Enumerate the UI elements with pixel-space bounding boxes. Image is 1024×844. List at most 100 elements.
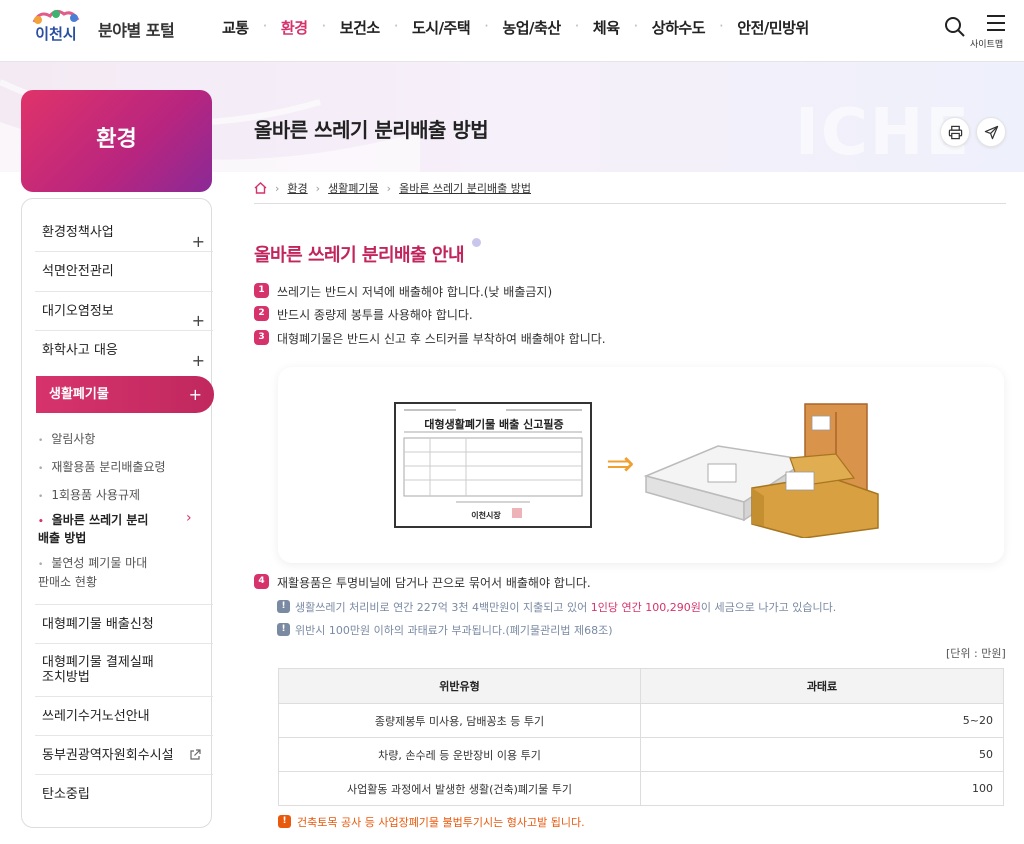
breadcrumb-separator: › bbox=[386, 181, 392, 195]
submenu-item-recycling-guide[interactable]: 재활용품 분리배출요령 bbox=[38, 458, 165, 475]
sidebar-item-chemical-accident[interactable]: 화학사고 대응 + bbox=[35, 331, 213, 370]
warning-icon: ! bbox=[278, 815, 291, 828]
sitemap-label[interactable]: 사이트맵 bbox=[970, 37, 1003, 50]
portal-title[interactable]: 분야별 포털 bbox=[98, 17, 175, 41]
rule-number-badge: 3 bbox=[254, 330, 269, 345]
nav-item-traffic[interactable]: 교통 bbox=[222, 17, 249, 38]
table-row: 사업활동 과정에서 발생한 생활(건축)폐기물 투기 100 bbox=[278, 771, 1004, 806]
share-button[interactable] bbox=[976, 117, 1006, 147]
nav-separator: · bbox=[393, 17, 399, 35]
table-cell-fine: 100 bbox=[640, 771, 1004, 806]
fine-note: 위반시 100만원 이하의 과태료가 부과됩니다.(폐기물관리법 제68조) bbox=[295, 624, 613, 637]
unit-label: [단위 : 만원] bbox=[946, 647, 1006, 660]
table-cell-violation: 차량, 손수레 등 운반장비 이용 투기 bbox=[278, 737, 641, 772]
sidebar-item-label: 대기오염정보 bbox=[42, 304, 114, 319]
chevron-right-icon: › bbox=[186, 510, 192, 526]
search-icon[interactable] bbox=[944, 16, 966, 38]
table-header-fine: 과태료 bbox=[640, 668, 1004, 704]
print-button[interactable] bbox=[940, 117, 970, 147]
submenu-item-nonflammable-bags[interactable]: 불연성 폐기물 마대 판매소 현황 bbox=[38, 555, 160, 591]
sidebar-item-asbestos[interactable]: 석면안전관리 bbox=[35, 252, 213, 292]
nav-item-water[interactable]: 상하수도 bbox=[652, 17, 706, 38]
svg-text:이천시: 이천시 bbox=[35, 25, 76, 43]
nav-item-safety[interactable]: 안전/민방위 bbox=[737, 17, 809, 38]
submenu-item-notices[interactable]: 알림사항 bbox=[38, 430, 95, 447]
sidebar-title: 환경 bbox=[21, 90, 212, 192]
rule-number-badge: 2 bbox=[254, 306, 269, 321]
home-icon[interactable] bbox=[254, 182, 267, 194]
expand-plus-icon[interactable]: + bbox=[192, 341, 205, 380]
submenu-item-proper-disposal[interactable]: 올바른 쓰레기 분리배출 방법 bbox=[38, 512, 156, 546]
main-nav: 교통 · 환경 · 보건소 · 도시/주택 · 농업/축산 · 체육 · 상하수도 · 안전/… bbox=[222, 17, 809, 38]
breadcrumb-divider bbox=[254, 203, 1006, 204]
cost-note-text: 생활쓰레기 처리비로 연간 227억 3천 4백만원이 지출되고 있어 bbox=[295, 601, 591, 614]
rule-number-badge: 4 bbox=[254, 574, 269, 589]
nav-item-city-housing[interactable]: 도시/주택 bbox=[412, 17, 471, 38]
site-header: 이천시 분야별 포털 교통 · 환경 · 보건소 · 도시/주택 · 농업/축산 · 체육… bbox=[0, 0, 1024, 62]
nav-separator: · bbox=[262, 17, 268, 35]
table-cell-violation: 종량제봉투 미사용, 담배꽁초 등 투기 bbox=[278, 703, 641, 738]
cost-note-text: 이 세금으로 나가고 있습니다. bbox=[700, 601, 837, 614]
table-cell-violation: 사업활동 과정에서 발생한 생활(건축)폐기물 투기 bbox=[278, 771, 641, 806]
breadcrumb-current[interactable]: 올바른 쓰레기 분리배출 방법 bbox=[399, 180, 531, 196]
rule-text: 쓰레기는 반드시 저녁에 배출해야 합니다.(낮 배출금지) bbox=[277, 285, 553, 299]
submenu-item-disposables[interactable]: 1회용품 사용규제 bbox=[38, 486, 140, 503]
nav-separator: · bbox=[321, 17, 327, 35]
icheon-logo[interactable]: 이천시 bbox=[20, 8, 92, 50]
info-icon: ! bbox=[277, 600, 290, 613]
breadcrumb-separator: › bbox=[315, 181, 321, 195]
rule-number-badge: 1 bbox=[254, 283, 269, 298]
sidebar-item-label: 석면안전관리 bbox=[42, 264, 114, 279]
nav-separator: · bbox=[719, 17, 724, 35]
table-row: 차량, 손수레 등 운반장비 이용 투기 50 bbox=[278, 737, 1004, 772]
sidebar-item-label: 대형폐기물 배출신청 bbox=[42, 617, 154, 632]
sidebar-item-label: 환경정책사업 bbox=[42, 225, 114, 240]
nav-separator: · bbox=[574, 17, 580, 35]
send-icon bbox=[984, 125, 999, 140]
printer-icon bbox=[948, 125, 963, 140]
sidebar-item-household-waste[interactable]: 생활폐기물 + bbox=[36, 376, 214, 413]
sidebar-item-label: 쓰레기수거노선안내 bbox=[42, 709, 150, 724]
table-header-row: 위반유형 과태료 bbox=[278, 668, 1004, 704]
table-header-violation: 위반유형 bbox=[278, 668, 641, 704]
hamburger-menu-icon[interactable] bbox=[983, 13, 1009, 33]
sidebar-item-label: 동부권광역자원회수시설 bbox=[42, 748, 174, 763]
sidebar-item-air-quality[interactable]: 대기오염정보 + bbox=[35, 292, 213, 331]
fine-table: 위반유형 과태료 종량제봉투 미사용, 담배꽁초 등 투기 5~20 차량, 손… bbox=[278, 668, 1004, 806]
page-title: 올바른 쓰레기 분리배출 방법 bbox=[254, 118, 489, 142]
sidebar-item-carbon-neutral[interactable]: 탄소중립 bbox=[35, 775, 213, 814]
rule-text: 재활용품은 투명비닐에 담거나 끈으로 묶어서 배출해야 합니다. bbox=[277, 576, 591, 590]
breadcrumb: › 환경 › 생활폐기물 › 올바른 쓰레기 분리배출 방법 bbox=[254, 180, 531, 196]
sidebar-item-env-policy[interactable]: 환경정책사업 + bbox=[35, 213, 213, 252]
sidebar-item-collection-routes[interactable]: 쓰레기수거노선안내 bbox=[35, 697, 213, 736]
table-row: 종량제봉투 미사용, 담배꽁초 등 투기 5~20 bbox=[278, 703, 1004, 738]
sidebar-item-label: 탄소중립 bbox=[42, 787, 90, 802]
title-decoration-dot bbox=[472, 238, 481, 247]
nav-item-health-center[interactable]: 보건소 bbox=[340, 17, 380, 38]
sidebar-item-label: 화학사고 대응 bbox=[42, 343, 118, 358]
certificate-signature: 이천시장 bbox=[471, 511, 501, 520]
sidebar-item-label: 대형폐기물 결제실패 조치방법 bbox=[42, 655, 154, 685]
table-cell-fine: 50 bbox=[640, 737, 1004, 772]
sidebar-item-resource-recovery[interactable]: 동부권광역자원회수시설 bbox=[35, 736, 213, 775]
cost-note-highlight: 1인당 연간 100,290원 bbox=[590, 601, 701, 614]
sidebar-item-payment-failure[interactable]: 대형폐기물 결제실패 조치방법 bbox=[35, 644, 213, 697]
section-title: 올바른 쓰레기 분리배출 안내 bbox=[254, 245, 465, 266]
breadcrumb-environment[interactable]: 환경 bbox=[287, 180, 307, 196]
table-cell-fine: 5~20 bbox=[640, 703, 1004, 738]
sidebar-item-bulk-waste-apply[interactable]: 대형폐기물 배출신청 bbox=[35, 604, 213, 644]
nav-item-sports[interactable]: 체육 bbox=[593, 17, 620, 38]
rule-text: 대형폐기물은 반드시 신고 후 스티커를 부착하여 배출해야 합니다. bbox=[277, 332, 606, 346]
nav-separator: · bbox=[484, 17, 489, 35]
nav-item-environment[interactable]: 환경 bbox=[281, 17, 308, 38]
arrow-right-icon: ⇒ bbox=[606, 444, 635, 484]
furniture-waste-image bbox=[643, 403, 879, 538]
expand-plus-icon[interactable]: + bbox=[189, 376, 202, 413]
nav-separator: · bbox=[633, 17, 639, 35]
sidebar-item-label: 생활폐기물 bbox=[49, 387, 109, 402]
external-link-icon bbox=[190, 749, 201, 760]
certificate-title: 대형생활폐기물 배출 신고필증 bbox=[424, 418, 564, 431]
cost-note: 생활쓰레기 처리비로 연간 227억 3천 4백만원이 지출되고 있어 1인당 … bbox=[295, 599, 836, 615]
nav-item-agriculture[interactable]: 농업/축산 bbox=[502, 17, 561, 38]
breadcrumb-household-waste[interactable]: 생활폐기물 bbox=[328, 180, 379, 196]
